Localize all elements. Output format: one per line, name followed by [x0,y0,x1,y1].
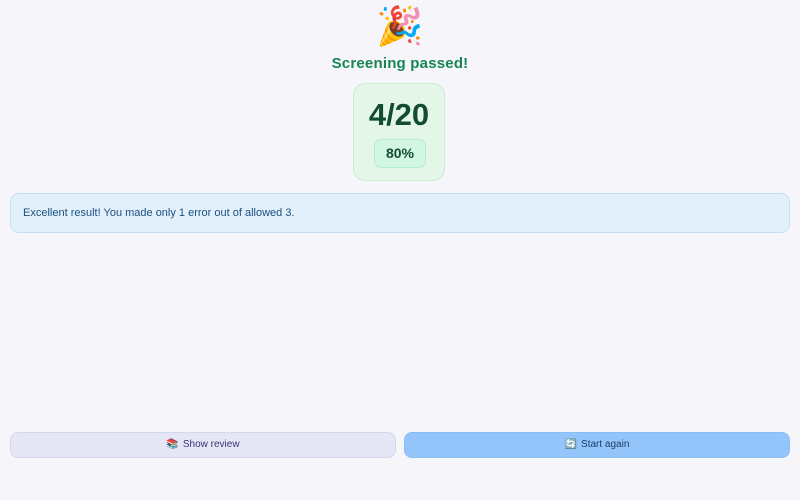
score-value: 4/20 [368,97,430,132]
start-again-label: Start again [581,439,630,450]
start-again-button[interactable]: 🔄 Start again [404,432,790,458]
show-review-label: Show review [182,439,240,450]
result-message: Excellent result! You made only 1 error … [10,193,790,233]
party-popper-icon: 🎉 [376,4,424,48]
results-screen: 🎉 Screening passed! 4/20 80% Excellent r… [0,0,800,500]
show-review-button[interactable]: 📚 Show review [10,432,396,458]
refresh-icon: 🔄 [564,439,578,450]
score-card: 4/20 80% [353,83,445,181]
books-icon: 📚 [166,439,179,450]
percent-badge: 80% [374,139,426,168]
result-title: Screening passed! [331,55,469,72]
